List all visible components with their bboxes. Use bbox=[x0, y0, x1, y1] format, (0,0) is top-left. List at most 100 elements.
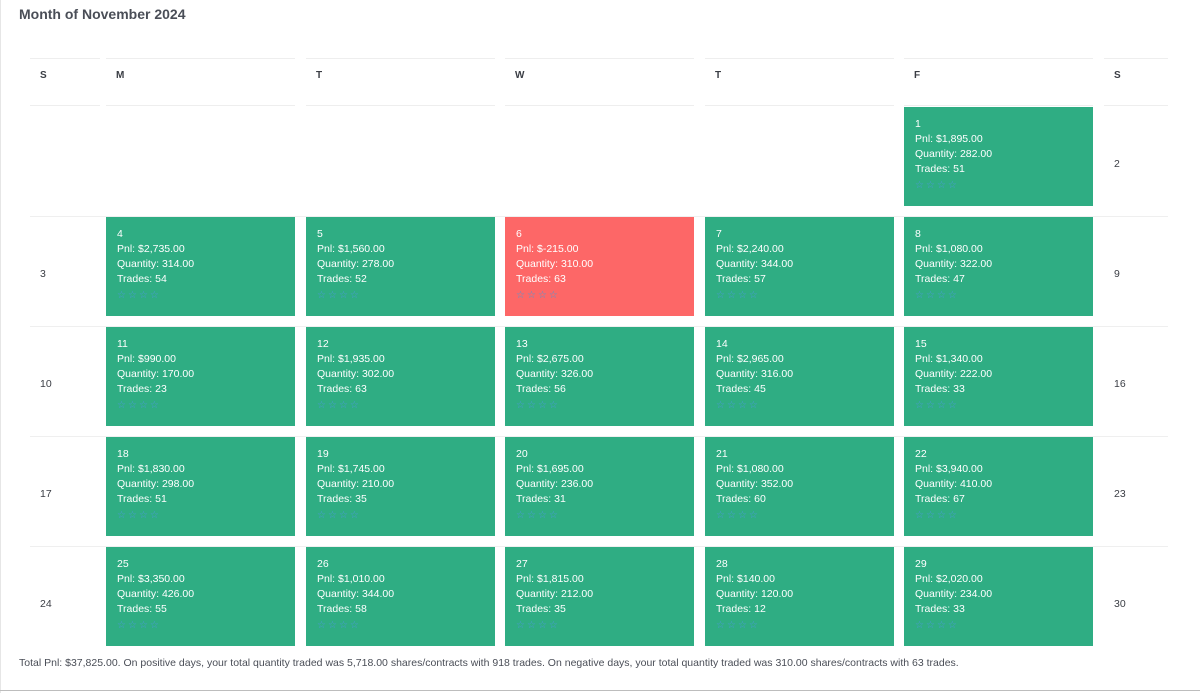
star-icon[interactable]: ☆ bbox=[738, 398, 748, 413]
day-cell[interactable]: 27 Pnl: $1,815.00 Quantity: 212.00 Trades: … bbox=[505, 547, 694, 646]
star-icon[interactable]: ☆ bbox=[139, 288, 149, 303]
day-cell[interactable]: 26 Pnl: $1,010.00 Quantity: 344.00 Trades: … bbox=[306, 547, 495, 646]
day-rating[interactable]: ☆☆☆☆ bbox=[716, 288, 894, 303]
star-icon[interactable]: ☆ bbox=[128, 398, 138, 413]
day-cell[interactable]: 8 Pnl: $1,080.00 Quantity: 322.00 Trades: 4… bbox=[904, 217, 1093, 316]
day-cell[interactable]: 13 Pnl: $2,675.00 Quantity: 326.00 Trades: … bbox=[505, 327, 694, 426]
star-icon[interactable]: ☆ bbox=[738, 618, 748, 633]
star-icon[interactable]: ☆ bbox=[117, 508, 127, 523]
day-rating[interactable]: ☆☆☆☆ bbox=[716, 398, 894, 413]
star-icon[interactable]: ☆ bbox=[948, 288, 958, 303]
star-icon[interactable]: ☆ bbox=[948, 398, 958, 413]
day-cell[interactable]: 29 Pnl: $2,020.00 Quantity: 234.00 Trades: … bbox=[904, 547, 1093, 646]
star-icon[interactable]: ☆ bbox=[937, 618, 947, 633]
star-icon[interactable]: ☆ bbox=[937, 398, 947, 413]
star-icon[interactable]: ☆ bbox=[716, 508, 726, 523]
day-cell[interactable]: 20 Pnl: $1,695.00 Quantity: 236.00 Trades: … bbox=[505, 437, 694, 536]
star-icon[interactable]: ☆ bbox=[727, 618, 737, 633]
star-icon[interactable]: ☆ bbox=[317, 398, 327, 413]
day-rating[interactable]: ☆☆☆☆ bbox=[117, 618, 295, 633]
star-icon[interactable]: ☆ bbox=[328, 398, 338, 413]
star-icon[interactable]: ☆ bbox=[516, 508, 526, 523]
star-icon[interactable]: ☆ bbox=[915, 398, 925, 413]
day-rating[interactable]: ☆☆☆☆ bbox=[317, 508, 495, 523]
star-icon[interactable]: ☆ bbox=[738, 288, 748, 303]
star-icon[interactable]: ☆ bbox=[749, 618, 759, 633]
day-rating[interactable]: ☆☆☆☆ bbox=[317, 618, 495, 633]
star-icon[interactable]: ☆ bbox=[538, 508, 548, 523]
star-icon[interactable]: ☆ bbox=[117, 618, 127, 633]
star-icon[interactable]: ☆ bbox=[937, 508, 947, 523]
day-rating[interactable]: ☆☆☆☆ bbox=[915, 398, 1093, 413]
star-icon[interactable]: ☆ bbox=[527, 508, 537, 523]
day-rating[interactable]: ☆☆☆☆ bbox=[516, 508, 694, 523]
star-icon[interactable]: ☆ bbox=[339, 398, 349, 413]
star-icon[interactable]: ☆ bbox=[738, 508, 748, 523]
star-icon[interactable]: ☆ bbox=[749, 398, 759, 413]
star-icon[interactable]: ☆ bbox=[139, 508, 149, 523]
day-cell[interactable]: 1 Pnl: $1,895.00 Quantity: 282.00 Trades: 5… bbox=[904, 107, 1093, 206]
star-icon[interactable]: ☆ bbox=[516, 288, 526, 303]
star-icon[interactable]: ☆ bbox=[128, 508, 138, 523]
star-icon[interactable]: ☆ bbox=[948, 508, 958, 523]
star-icon[interactable]: ☆ bbox=[926, 508, 936, 523]
star-icon[interactable]: ☆ bbox=[716, 618, 726, 633]
star-icon[interactable]: ☆ bbox=[150, 398, 160, 413]
star-icon[interactable]: ☆ bbox=[328, 288, 338, 303]
day-rating[interactable]: ☆☆☆☆ bbox=[516, 288, 694, 303]
day-cell[interactable]: 22 Pnl: $3,940.00 Quantity: 410.00 Trades: … bbox=[904, 437, 1093, 536]
day-rating[interactable]: ☆☆☆☆ bbox=[915, 178, 1093, 193]
star-icon[interactable]: ☆ bbox=[727, 398, 737, 413]
star-icon[interactable]: ☆ bbox=[339, 288, 349, 303]
day-cell[interactable]: 19 Pnl: $1,745.00 Quantity: 210.00 Trades: … bbox=[306, 437, 495, 536]
day-rating[interactable]: ☆☆☆☆ bbox=[716, 618, 894, 633]
star-icon[interactable]: ☆ bbox=[350, 508, 360, 523]
day-rating[interactable]: ☆☆☆☆ bbox=[317, 288, 495, 303]
day-rating[interactable]: ☆☆☆☆ bbox=[915, 288, 1093, 303]
star-icon[interactable]: ☆ bbox=[937, 288, 947, 303]
star-icon[interactable]: ☆ bbox=[915, 288, 925, 303]
star-icon[interactable]: ☆ bbox=[317, 508, 327, 523]
day-rating[interactable]: ☆☆☆☆ bbox=[516, 398, 694, 413]
star-icon[interactable]: ☆ bbox=[527, 288, 537, 303]
star-icon[interactable]: ☆ bbox=[516, 398, 526, 413]
star-icon[interactable]: ☆ bbox=[150, 618, 160, 633]
day-cell[interactable]: 5 Pnl: $1,560.00 Quantity: 278.00 Trades: 5… bbox=[306, 217, 495, 316]
day-cell[interactable]: 28 Pnl: $140.00 Quantity: 120.00 Trades: 12… bbox=[705, 547, 894, 646]
day-cell[interactable]: 25 Pnl: $3,350.00 Quantity: 426.00 Trades: … bbox=[106, 547, 295, 646]
star-icon[interactable]: ☆ bbox=[317, 288, 327, 303]
star-icon[interactable]: ☆ bbox=[937, 178, 947, 193]
star-icon[interactable]: ☆ bbox=[948, 618, 958, 633]
day-cell[interactable]: 14 Pnl: $2,965.00 Quantity: 316.00 Trades: … bbox=[705, 327, 894, 426]
star-icon[interactable]: ☆ bbox=[339, 508, 349, 523]
star-icon[interactable]: ☆ bbox=[915, 178, 925, 193]
star-icon[interactable]: ☆ bbox=[538, 288, 548, 303]
star-icon[interactable]: ☆ bbox=[948, 178, 958, 193]
star-icon[interactable]: ☆ bbox=[328, 618, 338, 633]
day-rating[interactable]: ☆☆☆☆ bbox=[516, 618, 694, 633]
star-icon[interactable]: ☆ bbox=[150, 508, 160, 523]
star-icon[interactable]: ☆ bbox=[339, 618, 349, 633]
star-icon[interactable]: ☆ bbox=[538, 398, 548, 413]
day-rating[interactable]: ☆☆☆☆ bbox=[716, 508, 894, 523]
star-icon[interactable]: ☆ bbox=[350, 618, 360, 633]
day-rating[interactable]: ☆☆☆☆ bbox=[117, 288, 295, 303]
star-icon[interactable]: ☆ bbox=[117, 288, 127, 303]
day-cell[interactable]: 7 Pnl: $2,240.00 Quantity: 344.00 Trades: 5… bbox=[705, 217, 894, 316]
star-icon[interactable]: ☆ bbox=[549, 398, 559, 413]
star-icon[interactable]: ☆ bbox=[150, 288, 160, 303]
day-rating[interactable]: ☆☆☆☆ bbox=[915, 508, 1093, 523]
star-icon[interactable]: ☆ bbox=[926, 398, 936, 413]
day-cell[interactable]: 18 Pnl: $1,830.00 Quantity: 298.00 Trades: … bbox=[106, 437, 295, 536]
star-icon[interactable]: ☆ bbox=[139, 618, 149, 633]
star-icon[interactable]: ☆ bbox=[128, 288, 138, 303]
star-icon[interactable]: ☆ bbox=[749, 288, 759, 303]
day-rating[interactable]: ☆☆☆☆ bbox=[117, 508, 295, 523]
star-icon[interactable]: ☆ bbox=[549, 508, 559, 523]
star-icon[interactable]: ☆ bbox=[915, 508, 925, 523]
star-icon[interactable]: ☆ bbox=[317, 618, 327, 633]
star-icon[interactable]: ☆ bbox=[716, 288, 726, 303]
star-icon[interactable]: ☆ bbox=[926, 288, 936, 303]
star-icon[interactable]: ☆ bbox=[926, 178, 936, 193]
star-icon[interactable]: ☆ bbox=[549, 618, 559, 633]
